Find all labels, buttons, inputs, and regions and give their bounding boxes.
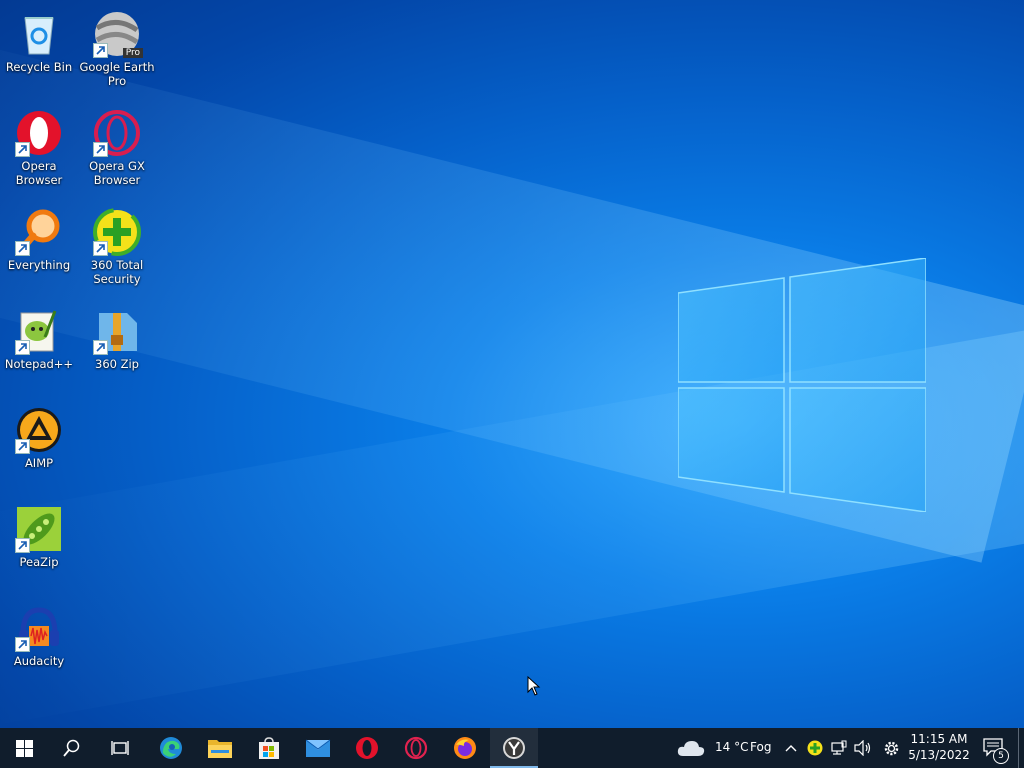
notification-count-badge: 5	[993, 748, 1009, 764]
desktop-icon-label: Opera GX Browser	[89, 159, 145, 187]
weather-temperature[interactable]: 14 °C	[715, 740, 748, 754]
desktop-icon-label: Opera Browser	[15, 159, 63, 187]
taskbar-file-explorer[interactable]	[196, 728, 244, 768]
desktop-icon-peazip[interactable]: PeaZip	[1, 499, 77, 589]
taskbar-mail[interactable]	[294, 728, 342, 768]
audacity-icon	[15, 604, 63, 652]
shortcut-arrow-icon	[15, 241, 30, 256]
tray-volume[interactable]	[853, 728, 873, 768]
windows-logo-wallpaper	[678, 258, 926, 512]
everything-icon	[15, 208, 63, 256]
desktop-icon-label: AIMP	[24, 456, 54, 470]
desktop-icon-360-zip[interactable]: 360 Zip	[79, 301, 155, 391]
desktop-icon-label: Everything	[7, 258, 71, 272]
desktop-icon-opera-browser[interactable]: Opera Browser	[1, 103, 77, 193]
360-total-security-icon	[807, 740, 823, 756]
action-center-button[interactable]: 5	[978, 728, 1010, 768]
recycle-bin-icon	[15, 10, 63, 58]
taskbar-opera-gx[interactable]	[392, 728, 440, 768]
shortcut-arrow-icon	[93, 241, 108, 256]
desktop-icon-label: Notepad++	[4, 357, 74, 371]
taskbar: 14 °C Fog 11:15 AM 5/13/2022 5	[0, 728, 1024, 768]
clock-time: 11:15 AM	[910, 732, 968, 746]
cloud-icon	[677, 741, 705, 756]
start-windows-icon	[15, 739, 33, 757]
firefox-icon	[454, 737, 476, 759]
show-hidden-icons-button[interactable]	[782, 728, 800, 768]
system-clock[interactable]: 11:15 AM 5/13/2022	[904, 731, 974, 763]
google-earth-pro-icon: Pro	[93, 10, 143, 58]
edge-icon	[160, 737, 182, 759]
desktop-icon-label: PeaZip	[19, 555, 59, 569]
mouse-cursor-icon	[527, 676, 541, 696]
tray-settings[interactable]	[880, 728, 902, 768]
search-icon	[63, 739, 80, 757]
taskbar-yandex-browser[interactable]	[490, 728, 538, 768]
desktop-icon-label: Audacity	[13, 654, 65, 668]
shortcut-arrow-icon	[15, 142, 30, 157]
shortcut-arrow-icon	[15, 538, 30, 553]
opera-gx-icon	[93, 109, 141, 157]
yandex-browser-icon	[503, 737, 525, 759]
opera-icon	[15, 109, 63, 157]
shortcut-arrow-icon	[93, 142, 108, 157]
desktop-icon-label: Recycle Bin	[5, 60, 73, 74]
shortcut-arrow-icon	[93, 43, 108, 58]
peazip-icon	[15, 505, 63, 553]
desktop-icon-label: Google Earth Pro	[79, 60, 155, 88]
pro-badge: Pro	[122, 48, 143, 58]
task-view-button[interactable]	[96, 728, 144, 768]
start-button[interactable]	[0, 728, 48, 768]
clock-date: 5/13/2022	[908, 748, 970, 762]
show-desktop-button[interactable]	[1018, 728, 1024, 768]
desktop-icon-recycle-bin[interactable]: Recycle Bin	[1, 4, 77, 94]
tray-360-security[interactable]	[805, 728, 825, 768]
shortcut-arrow-icon	[15, 439, 30, 454]
speaker-icon	[854, 740, 871, 756]
desktop-icon-360-total-security[interactable]: 360 Total Security	[79, 202, 155, 292]
opera-gx-icon	[404, 736, 428, 760]
weather-condition[interactable]: Fog	[750, 740, 771, 754]
desktop-icon-label: 360 Total Security	[90, 258, 144, 286]
chevron-up-icon	[785, 745, 797, 752]
network-icon	[831, 740, 847, 755]
microsoft-store-icon	[259, 737, 279, 759]
aimp-icon	[15, 406, 63, 454]
shortcut-arrow-icon	[15, 637, 30, 652]
desktop-icon-opera-gx-browser[interactable]: Opera GX Browser	[79, 103, 155, 193]
desktop-icon-aimp[interactable]: AIMP	[1, 400, 77, 490]
mail-icon	[305, 739, 331, 757]
desktop-icon-everything[interactable]: Everything	[1, 202, 77, 292]
notepad-plus-plus-icon	[15, 307, 63, 355]
task-view-icon	[111, 741, 129, 755]
search-button[interactable]	[48, 728, 96, 768]
taskbar-microsoft-store[interactable]	[245, 728, 293, 768]
opera-icon	[356, 737, 378, 759]
gear-icon	[884, 741, 898, 755]
360-total-security-icon	[93, 208, 141, 256]
taskbar-opera[interactable]	[343, 728, 391, 768]
360-zip-icon	[93, 307, 141, 355]
shortcut-arrow-icon	[93, 340, 108, 355]
shortcut-arrow-icon	[15, 340, 30, 355]
taskbar-firefox[interactable]	[441, 728, 489, 768]
desktop-icon-notepad-plus-plus[interactable]: Notepad++	[1, 301, 77, 391]
desktop-icon-audacity[interactable]: Audacity	[1, 598, 77, 688]
weather-widget[interactable]	[676, 728, 706, 768]
tray-network[interactable]	[829, 728, 849, 768]
file-explorer-icon	[208, 740, 232, 758]
taskbar-edge[interactable]	[147, 728, 195, 768]
desktop-icon-google-earth-pro[interactable]: Pro Google Earth Pro	[79, 4, 155, 94]
desktop-icon-label: 360 Zip	[95, 357, 139, 371]
